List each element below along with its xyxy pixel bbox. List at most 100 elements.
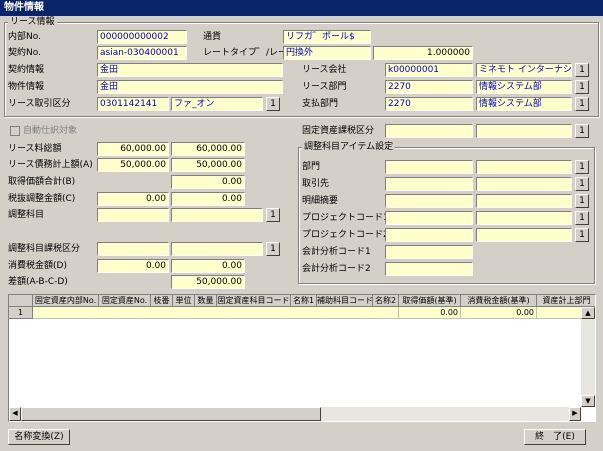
adj-detail-code-field[interactable] [385, 194, 473, 208]
auto-journal-checkbox[interactable] [10, 126, 20, 136]
pay-dept-name-field[interactable]: 情報システム部 [476, 97, 572, 111]
table-row[interactable] [33, 307, 399, 319]
lease-company-label: リース会社 [302, 65, 347, 75]
adj-project1-lookup-button[interactable]: 1 [575, 211, 589, 225]
tax-adj-field-1[interactable]: 0.00 [97, 192, 169, 206]
grid-header-col[interactable]: 固定資産No. [99, 295, 151, 307]
debt-field-1[interactable]: 50,000.00 [97, 158, 169, 172]
lease-dept-code-field[interactable]: 2270 [385, 80, 473, 94]
grid-header-col[interactable]: 数量 [195, 295, 217, 307]
grid-header-col[interactable]: 取得価額(基準) [399, 295, 461, 307]
adj-dept-name-field[interactable] [476, 160, 572, 174]
adj-partner-lookup-button[interactable]: 1 [575, 177, 589, 191]
contract-no-label: 契約No. [8, 48, 41, 58]
adj-subject-lookup-button[interactable]: 1 [266, 208, 280, 222]
adj-analysis1-code-field[interactable] [385, 245, 473, 259]
grid-header-col[interactable]: 名称1 [291, 295, 317, 307]
property-info-label: 物件情報 [8, 82, 45, 92]
adj-analysis2-label: 会計分析コード2 [302, 264, 371, 274]
adj-detail-name-field[interactable] [476, 194, 572, 208]
adj-project1-code-field[interactable] [385, 211, 473, 225]
adj-project1-name-field[interactable] [476, 211, 572, 225]
depr-field-2[interactable]: 0.00 [171, 175, 245, 189]
debt-label: リース債務計上額(A) [8, 160, 93, 170]
grid-header-col[interactable]: 枝番 [151, 295, 173, 307]
adj-dept-code-field[interactable] [385, 160, 473, 174]
lease-company-lookup-button[interactable]: 1 [575, 63, 589, 77]
lease-dept-lookup-button[interactable]: 1 [575, 80, 589, 94]
grid-horizontal-scrollbar[interactable]: ◀ ▶ [9, 407, 581, 421]
adj-detail-lookup-button[interactable]: 1 [575, 194, 589, 208]
adj-project2-code-field[interactable] [385, 228, 473, 242]
grid-cell-acquisition[interactable]: 0.00 [399, 307, 461, 319]
consumption-field-2[interactable]: 0.00 [171, 259, 245, 273]
lease-company-code-field[interactable]: k00000001 [385, 63, 473, 77]
adj-partner-code-field[interactable] [385, 177, 473, 191]
lease-company-name-field[interactable]: ミネモト インターナシ [476, 63, 572, 77]
fixed-asset-tax-lookup-button[interactable]: 1 [575, 124, 589, 138]
fixed-asset-tax-label: 固定資産課税区分 [302, 126, 375, 136]
pay-dept-lookup-button[interactable]: 1 [575, 97, 589, 111]
consumption-field-1[interactable]: 0.00 [97, 259, 169, 273]
currency-field[interactable]: リフガ゛ポール$ [283, 30, 371, 44]
adj-partner-name-field[interactable] [476, 177, 572, 191]
window-title: 物件情報 [0, 0, 603, 16]
asset-grid[interactable]: 固定資産内部No. 固定資産No. 枝番 単位 数量 固定資産科目コード 名称1… [8, 294, 596, 422]
diff-label: 差額(A-B-C-D) [8, 277, 68, 287]
tax-adj-field-2[interactable]: 0.00 [171, 192, 245, 206]
grid-header-col[interactable]: 固定資産内部No. [33, 295, 99, 307]
contract-info-field[interactable]: 金田 [97, 63, 283, 77]
lease-class-code-field[interactable]: 0301142141 [97, 97, 169, 111]
contract-no-field[interactable]: asian-030400001 [97, 46, 187, 60]
scroll-up-icon[interactable]: ▲ [581, 307, 595, 319]
adj-detail-label: 明細摘要 [302, 196, 339, 206]
adj-tax-lookup-button[interactable]: 1 [266, 242, 280, 256]
lease-dept-name-field[interactable]: 情報システム部 [476, 80, 572, 94]
adj-analysis2-code-field[interactable] [385, 262, 473, 276]
internal-no-field[interactable]: 000000000002 [97, 30, 187, 44]
fixed-asset-tax-name-field[interactable] [476, 124, 572, 138]
adj-subject-code-field[interactable] [97, 208, 169, 222]
adj-tax-name-field[interactable] [171, 242, 263, 256]
adj-subject-label: 調整科目 [8, 210, 45, 220]
property-info-field[interactable]: 金田 [97, 80, 283, 94]
lease-dept-label: リース部門 [302, 82, 347, 92]
adj-project2-lookup-button[interactable]: 1 [575, 228, 589, 242]
internal-no-label: 内部No. [8, 32, 41, 42]
grid-vertical-scrollbar[interactable]: ▲ ▼ [581, 307, 595, 407]
total-field-1[interactable]: 60,000.00 [97, 142, 169, 156]
scroll-right-icon[interactable]: ▶ [569, 407, 581, 421]
exit-button[interactable]: 終 了(E) [524, 429, 586, 445]
pay-dept-code-field[interactable]: 2270 [385, 97, 473, 111]
adj-dept-lookup-button[interactable]: 1 [575, 160, 589, 174]
debt-field-2[interactable]: 50,000.00 [171, 158, 245, 172]
diff-field-2[interactable]: 50,000.00 [171, 275, 245, 289]
rename-button[interactable]: 名称変換(Z) [8, 429, 70, 445]
grid-header-col[interactable]: 消費税金額(基準) [461, 295, 537, 307]
adj-analysis1-label: 会計分析コード1 [302, 247, 371, 257]
scroll-down-icon[interactable]: ▼ [581, 395, 595, 407]
grid-header-col[interactable]: 資産計上部門 [537, 295, 595, 307]
grid-header-col[interactable]: 名称2 [373, 295, 399, 307]
adj-subject-name-field[interactable] [171, 208, 263, 222]
rate-field[interactable]: 1.000000 [373, 46, 473, 60]
grid-header-col[interactable]: 固定資産科目コード [217, 295, 291, 307]
table-row-header[interactable]: 1 [9, 307, 33, 319]
rate-type-field[interactable]: 円換外 [283, 46, 371, 60]
adj-dept-label: 部門 [302, 162, 321, 172]
scroll-thumb[interactable] [21, 407, 321, 421]
fixed-asset-tax-code-field[interactable] [385, 124, 473, 138]
total-field-2[interactable]: 60,000.00 [171, 142, 245, 156]
scroll-left-icon[interactable]: ◀ [9, 407, 21, 421]
lease-class-name-field[interactable]: ファ_オン [171, 97, 263, 111]
adj-tax-code-field[interactable] [97, 242, 169, 256]
grid-header-col[interactable]: 補助科目コード [317, 295, 373, 307]
grid-corner [9, 295, 33, 307]
grid-header-col[interactable]: 単位 [173, 295, 195, 307]
adj-tax-label: 調整科目課税区分 [8, 244, 81, 254]
lease-class-lookup-button[interactable]: 1 [266, 97, 280, 111]
grid-cell-consumption-tax[interactable]: 0.00 [461, 307, 537, 319]
adj-project2-name-field[interactable] [476, 228, 572, 242]
consumption-label: 消費税金額(D) [8, 261, 67, 271]
contract-info-label: 契約情報 [8, 65, 45, 75]
